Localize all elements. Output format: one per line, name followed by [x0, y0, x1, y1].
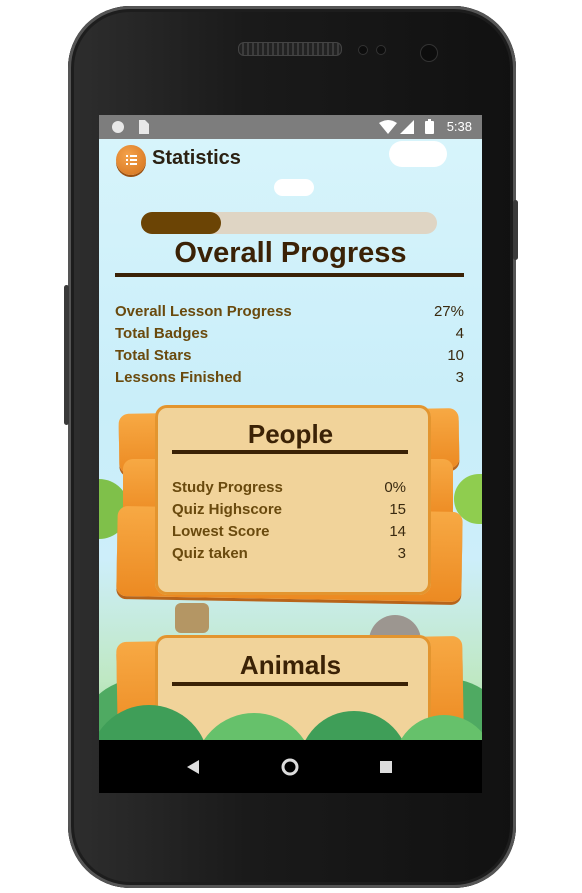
stat-label: Lessons Finished: [115, 369, 242, 386]
overall-progress-bar: [141, 212, 437, 234]
stat-value: 3: [455, 369, 464, 386]
front-camera: [420, 44, 438, 62]
stat-value: 0%: [384, 479, 406, 496]
stat-row: Total Stars 10: [115, 347, 464, 369]
overall-progress-title: Overall Progress: [174, 237, 407, 269]
signal-icon: [400, 120, 414, 134]
divider: [172, 682, 408, 686]
battery-icon: [425, 119, 434, 134]
stat-label: Quiz Highscore: [172, 501, 283, 518]
stat-label: Quiz taken: [172, 545, 248, 562]
cloud-decoration: [389, 141, 447, 167]
category-stat-row: Lowest Score 14: [172, 523, 406, 545]
list-icon: [126, 155, 137, 165]
stat-value: 14: [389, 523, 406, 540]
statistics-screen[interactable]: Statistics Overall Progress Overall Less…: [99, 139, 482, 740]
stat-label: Total Badges: [115, 325, 209, 342]
cloud-decoration: [274, 179, 314, 196]
menu-icon[interactable]: [116, 145, 146, 175]
category-title: People: [247, 419, 334, 449]
stat-row: Overall Lesson Progress 27%: [115, 303, 464, 325]
stat-label: Overall Lesson Progress: [115, 303, 292, 320]
notification-icon: [112, 121, 124, 133]
phone-screen: 5:38 Statistics Overall Progress Overall…: [99, 115, 482, 793]
stat-row: Total Badges 4: [115, 325, 464, 347]
overall-progress-fill: [141, 212, 221, 234]
back-triangle-icon[interactable]: [185, 759, 201, 775]
volume-button: [64, 285, 69, 425]
stat-label: Lowest Score: [172, 523, 270, 540]
sd-card-icon: [139, 120, 149, 134]
proximity-sensor: [358, 45, 368, 55]
category-stat-row: Study Progress 0%: [172, 479, 406, 501]
navigation-bar: [99, 740, 482, 793]
stat-value: 3: [397, 545, 406, 562]
category-title: Animals: [239, 650, 342, 680]
status-bar: 5:38: [99, 115, 482, 139]
stat-value: 10: [447, 347, 464, 364]
stat-label: Study Progress: [172, 479, 283, 496]
stat-value: 27%: [433, 303, 464, 320]
recents-square-icon[interactable]: [379, 760, 393, 774]
earpiece-speaker: [238, 42, 342, 56]
light-sensor: [376, 45, 386, 55]
divider: [115, 273, 464, 277]
wifi-icon: [379, 120, 397, 134]
page-title: Statistics: [152, 147, 241, 169]
category-stat-row: Quiz taken 3: [172, 545, 406, 567]
stat-label: Total Stars: [115, 347, 192, 364]
stat-row: Lessons Finished 3: [115, 369, 464, 391]
status-time: 5:38: [446, 119, 472, 134]
stat-value: 4: [455, 325, 464, 342]
stump-decoration: [175, 603, 209, 633]
divider: [172, 450, 408, 454]
power-button: [513, 200, 518, 260]
home-circle-icon[interactable]: [280, 757, 300, 777]
stat-value: 15: [389, 501, 406, 518]
category-stat-row: Quiz Highscore 15: [172, 501, 406, 523]
